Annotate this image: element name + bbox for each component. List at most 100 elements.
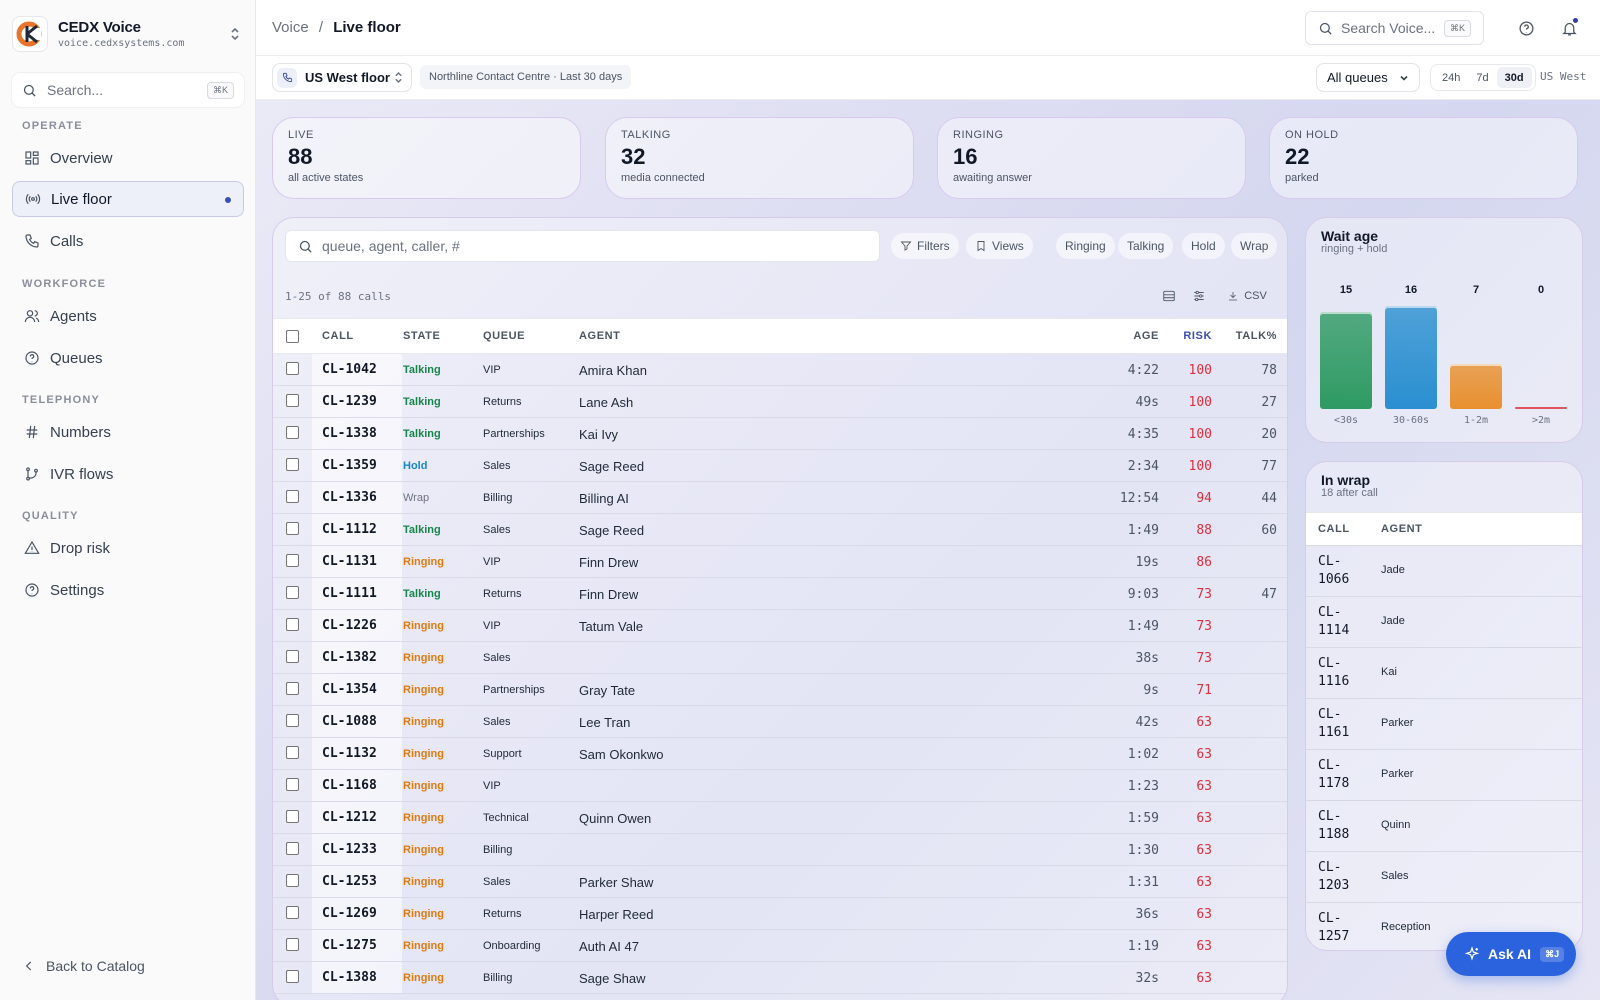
row-checkbox[interactable] <box>286 874 299 887</box>
table-row[interactable]: CL-1275 Ringing Onboarding Auth AI 47 1:19 63 <box>273 930 1287 962</box>
state-chip-hold[interactable]: Hold <box>1182 233 1225 259</box>
breadcrumb-root[interactable]: Voice <box>272 19 309 36</box>
row-checkbox[interactable] <box>286 842 299 855</box>
row-checkbox[interactable] <box>286 554 299 567</box>
row-checkbox[interactable] <box>286 618 299 631</box>
call-id[interactable]: CL-1088 <box>322 714 377 729</box>
table-row[interactable]: CL-1269 Ringing Returns Harper Reed 36s 63 <box>273 898 1287 930</box>
table-row[interactable]: CL-1088 Ringing Sales Lee Tran 42s 63 <box>273 706 1287 738</box>
row-checkbox[interactable] <box>286 970 299 983</box>
column-header-age[interactable]: AGE <box>1133 330 1159 342</box>
wrap-call-id[interactable]: CL-1114 <box>1318 604 1368 640</box>
wrap-call-id[interactable]: CL-1203 <box>1318 859 1368 895</box>
table-row[interactable]: CL-1131 Ringing VIP Finn Drew 19s 86 <box>273 546 1287 578</box>
global-search[interactable]: Search Voice... ⌘K <box>1305 11 1484 45</box>
column-header-talk[interactable]: TALK% <box>1236 330 1277 342</box>
row-checkbox[interactable] <box>286 650 299 663</box>
sidebar-item-drop-risk[interactable]: Drop risk <box>12 530 244 566</box>
in-wrap-row[interactable]: CL-1203 Sales <box>1306 851 1582 902</box>
floor-selector[interactable]: US West floor <box>272 63 412 92</box>
table-row[interactable]: CL-1336 Wrap Billing Billing AI 12:54 94 44 <box>273 482 1287 514</box>
notifications-button[interactable] <box>1558 17 1580 39</box>
row-checkbox[interactable] <box>286 586 299 599</box>
column-header-risk[interactable]: RISK <box>1183 330 1212 342</box>
table-row[interactable]: CL-1042 Talking VIP Amira Khan 4:22 100 78 <box>273 354 1287 386</box>
call-id[interactable]: CL-1226 <box>322 618 377 633</box>
call-id[interactable]: CL-1112 <box>322 522 377 537</box>
sidebar-item-live-floor[interactable]: Live floor <box>12 181 244 217</box>
table-row[interactable]: CL-1338 Talking Partnerships Kai Ivy 4:35 100… <box>273 418 1287 450</box>
views-button[interactable]: Views <box>966 233 1033 259</box>
in-wrap-row[interactable]: CL-1161 Parker <box>1306 698 1582 749</box>
range-24h[interactable]: 24h <box>1434 67 1468 88</box>
call-id[interactable]: CL-1275 <box>322 938 377 953</box>
column-header-queue[interactable]: QUEUE <box>483 330 525 342</box>
table-row[interactable]: CL-1359 Hold Sales Sage Reed 2:34 100 77 <box>273 450 1287 482</box>
wrap-call-id[interactable]: CL-1161 <box>1318 706 1368 742</box>
bar-1-2m[interactable] <box>1450 364 1502 409</box>
table-row[interactable]: CL-1233 Ringing Billing 1:30 63 <box>273 834 1287 866</box>
back-to-catalog-link[interactable]: Back to Catalog <box>22 958 145 974</box>
table-row[interactable]: CL-1212 Ringing Technical Quinn Owen 1:59 63 <box>273 802 1287 834</box>
state-chip-ringing[interactable]: Ringing <box>1056 233 1115 259</box>
bar-<30s[interactable] <box>1320 312 1372 409</box>
table-row[interactable]: CL-1382 Ringing Sales 38s 73 <box>273 642 1287 674</box>
sidebar-item-numbers[interactable]: Numbers <box>12 414 244 450</box>
row-checkbox[interactable] <box>286 426 299 439</box>
column-settings-button[interactable] <box>1189 284 1209 308</box>
row-checkbox[interactable] <box>286 714 299 727</box>
in-wrap-row[interactable]: CL-1066 Jade <box>1306 545 1582 596</box>
ask-ai-button[interactable]: Ask AI ⌘J <box>1446 932 1576 976</box>
select-all-checkbox[interactable] <box>286 330 299 343</box>
bar-30-60s[interactable] <box>1385 306 1437 409</box>
wrap-call-id[interactable]: CL-1116 <box>1318 655 1368 691</box>
call-id[interactable]: CL-1382 <box>322 650 377 665</box>
row-checkbox[interactable] <box>286 938 299 951</box>
filters-button[interactable]: Filters <box>891 233 959 259</box>
sidebar-item-calls[interactable]: Calls <box>12 223 244 259</box>
table-row[interactable]: CL-1132 Ringing Support Sam Okonkwo 1:02 63 <box>273 738 1287 770</box>
column-header-call[interactable]: CALL <box>322 330 354 342</box>
sidebar-item-agents[interactable]: Agents <box>12 298 244 334</box>
density-toggle-button[interactable] <box>1159 284 1179 308</box>
call-id[interactable]: CL-1132 <box>322 746 377 761</box>
wrap-call-id[interactable]: CL-1188 <box>1318 808 1368 844</box>
in-wrap-row[interactable]: CL-1188 Quinn <box>1306 800 1582 851</box>
call-id[interactable]: CL-1336 <box>322 490 377 505</box>
sidebar-item-queues[interactable]: Queues <box>12 340 244 376</box>
table-row[interactable]: CL-1253 Ringing Sales Parker Shaw 1:31 63 <box>273 866 1287 898</box>
queue-filter-select[interactable]: All queues <box>1316 63 1420 92</box>
column-header-agent[interactable]: AGENT <box>579 330 621 342</box>
call-id[interactable]: CL-1212 <box>322 810 377 825</box>
export-csv-button[interactable]: CSV <box>1221 284 1273 308</box>
table-row[interactable]: CL-1112 Talking Sales Sage Reed 1:49 88 60 <box>273 514 1287 546</box>
table-row[interactable]: CL-1354 Ringing Partnerships Gray Tate 9s 71 <box>273 674 1287 706</box>
call-id[interactable]: CL-1042 <box>322 362 377 377</box>
call-id[interactable]: CL-1359 <box>322 458 377 473</box>
in-wrap-row[interactable]: CL-1114 Jade <box>1306 596 1582 647</box>
row-checkbox[interactable] <box>286 458 299 471</box>
row-checkbox[interactable] <box>286 810 299 823</box>
state-chip-wrap[interactable]: Wrap <box>1231 233 1278 259</box>
table-row[interactable]: CL-1226 Ringing VIP Tatum Vale 1:49 73 <box>273 610 1287 642</box>
wrap-call-id[interactable]: CL-1066 <box>1318 553 1368 589</box>
call-id[interactable]: CL-1338 <box>322 426 377 441</box>
table-search-input[interactable]: queue, agent, caller, # <box>285 230 880 262</box>
table-row[interactable]: CL-1388 Ringing Billing Sage Shaw 32s 63 <box>273 962 1287 994</box>
workspace-switcher[interactable]: CEDX Voice voice.cedxsystems.com <box>12 14 244 54</box>
wrap-call-id[interactable]: CL-1257 <box>1318 910 1368 946</box>
table-row[interactable]: CL-1168 Ringing VIP 1:23 63 <box>273 770 1287 802</box>
row-checkbox[interactable] <box>286 362 299 375</box>
row-checkbox[interactable] <box>286 682 299 695</box>
wrap-call-id[interactable]: CL-1178 <box>1318 757 1368 793</box>
sidebar-item-settings[interactable]: Settings <box>12 572 244 608</box>
call-id[interactable]: CL-1111 <box>322 586 377 601</box>
call-id[interactable]: CL-1269 <box>322 906 377 921</box>
help-button[interactable] <box>1515 17 1537 39</box>
row-checkbox[interactable] <box>286 746 299 759</box>
range-30d[interactable]: 30d <box>1496 67 1532 88</box>
sidebar-search[interactable]: Search... ⌘K <box>12 73 244 107</box>
call-id[interactable]: CL-1239 <box>322 394 377 409</box>
row-checkbox[interactable] <box>286 778 299 791</box>
in-wrap-row[interactable]: CL-1178 Parker <box>1306 749 1582 800</box>
